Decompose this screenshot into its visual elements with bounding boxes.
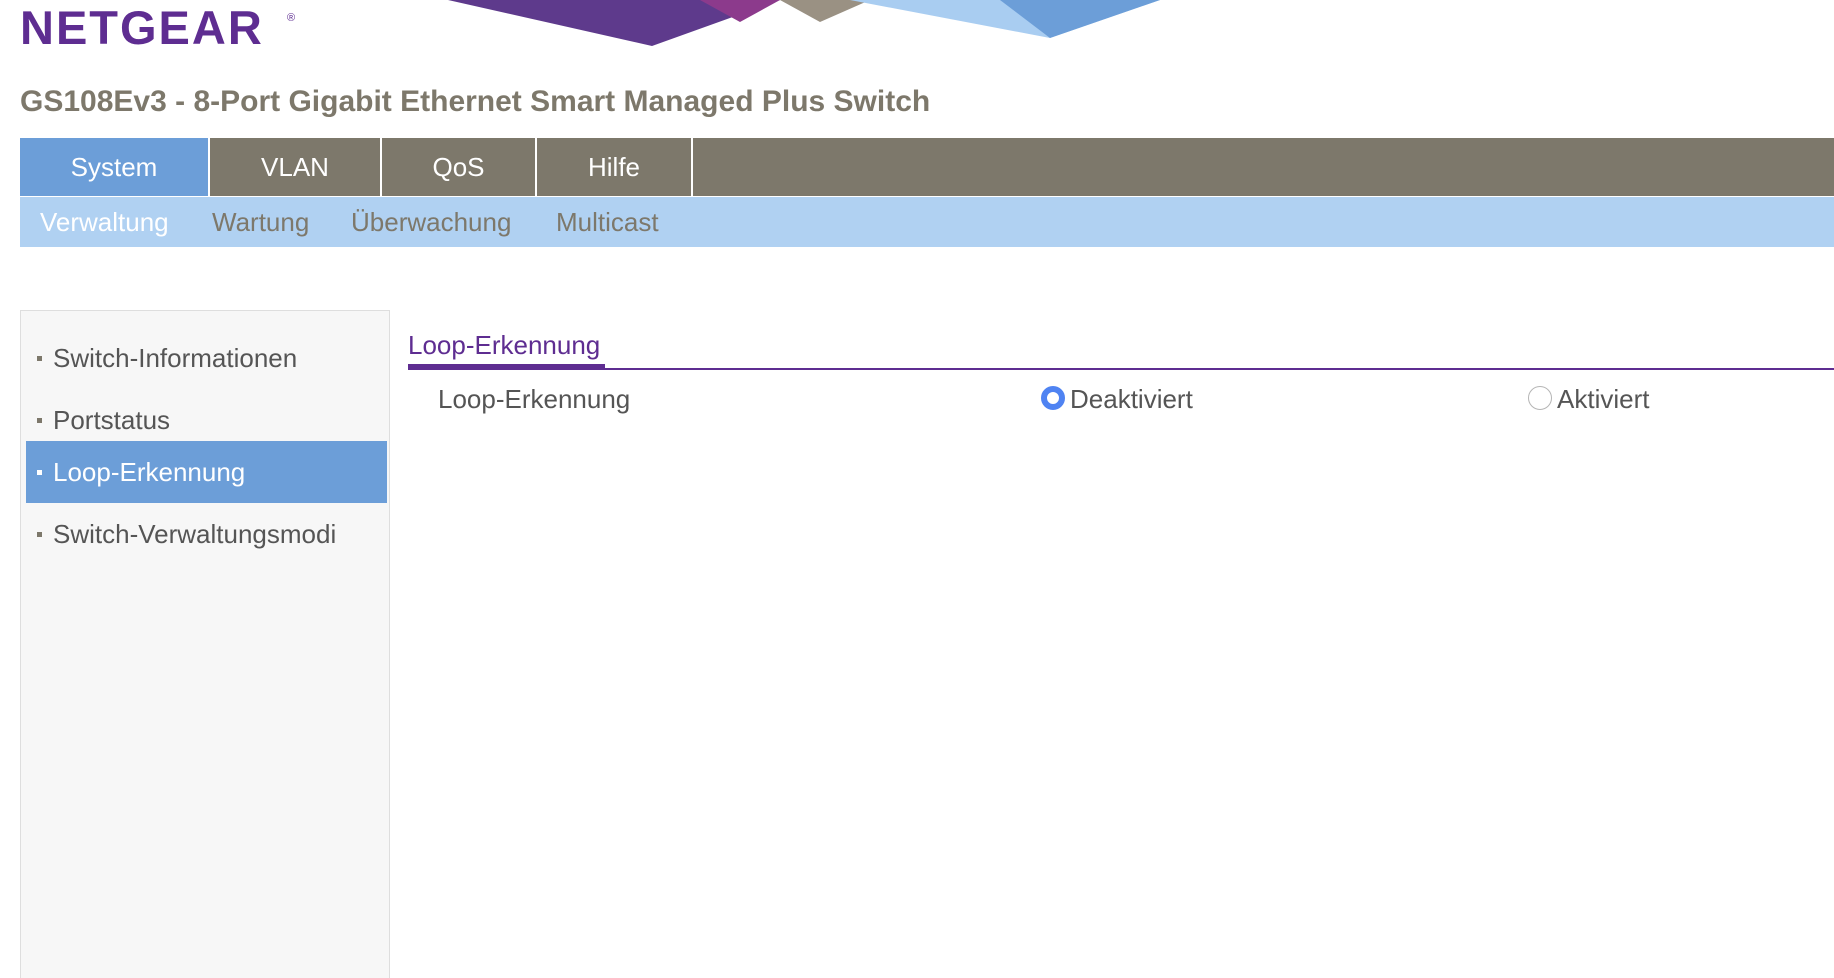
sidebar: Switch-Informationen Portstatus Loop-Erk…	[20, 310, 390, 978]
page: NETGEAR ® GS108Ev3 - 8-Port Gigabit Ethe…	[0, 0, 1834, 978]
sidebar-item-label: Portstatus	[53, 405, 171, 435]
bullet-icon	[37, 356, 42, 361]
setting-label: Loop-Erkennung	[438, 384, 631, 414]
radio-label-deaktiviert: Deaktiviert	[1070, 384, 1193, 414]
subtab-ueberwachung[interactable]: Überwachung	[351, 197, 511, 247]
section-title: Loop-Erkennung	[408, 330, 601, 360]
main-nav: System VLAN QoS Hilfe	[20, 138, 1834, 196]
bullet-icon	[37, 532, 42, 537]
radio-deaktiviert[interactable]	[1041, 386, 1065, 410]
tab-vlan[interactable]: VLAN	[210, 138, 382, 196]
tab-qos[interactable]: QoS	[382, 138, 537, 196]
sidebar-item-label: Loop-Erkennung	[53, 457, 246, 487]
tab-system[interactable]: System	[20, 138, 210, 196]
subtab-multicast[interactable]: Multicast	[556, 197, 659, 247]
section-divider	[408, 368, 1834, 370]
sidebar-item-label: Switch-Verwaltungsmodi	[53, 519, 337, 549]
radio-aktiviert[interactable]	[1528, 386, 1552, 410]
bullet-icon	[37, 470, 42, 475]
sub-nav: Verwaltung Wartung Überwachung Multicast	[20, 197, 1834, 247]
sidebar-item-switch-informationen[interactable]: Switch-Informationen	[26, 327, 387, 389]
sidebar-item-label: Switch-Informationen	[53, 343, 298, 373]
registered-mark: ®	[287, 12, 296, 24]
subtab-verwaltung[interactable]: Verwaltung	[40, 197, 169, 247]
subtab-wartung[interactable]: Wartung	[212, 197, 309, 247]
sidebar-item-switch-verwaltungsmodi[interactable]: Switch-Verwaltungsmodi	[26, 503, 387, 565]
sidebar-item-loop-erkennung[interactable]: Loop-Erkennung	[26, 441, 387, 503]
bullet-icon	[37, 418, 42, 423]
header-banner-graphic	[448, 0, 1160, 46]
radio-label-aktiviert: Aktiviert	[1557, 384, 1650, 414]
netgear-logo: NETGEAR	[20, 1, 264, 54]
tab-hilfe[interactable]: Hilfe	[537, 138, 693, 196]
product-title: GS108Ev3 - 8-Port Gigabit Ethernet Smart…	[20, 85, 931, 118]
